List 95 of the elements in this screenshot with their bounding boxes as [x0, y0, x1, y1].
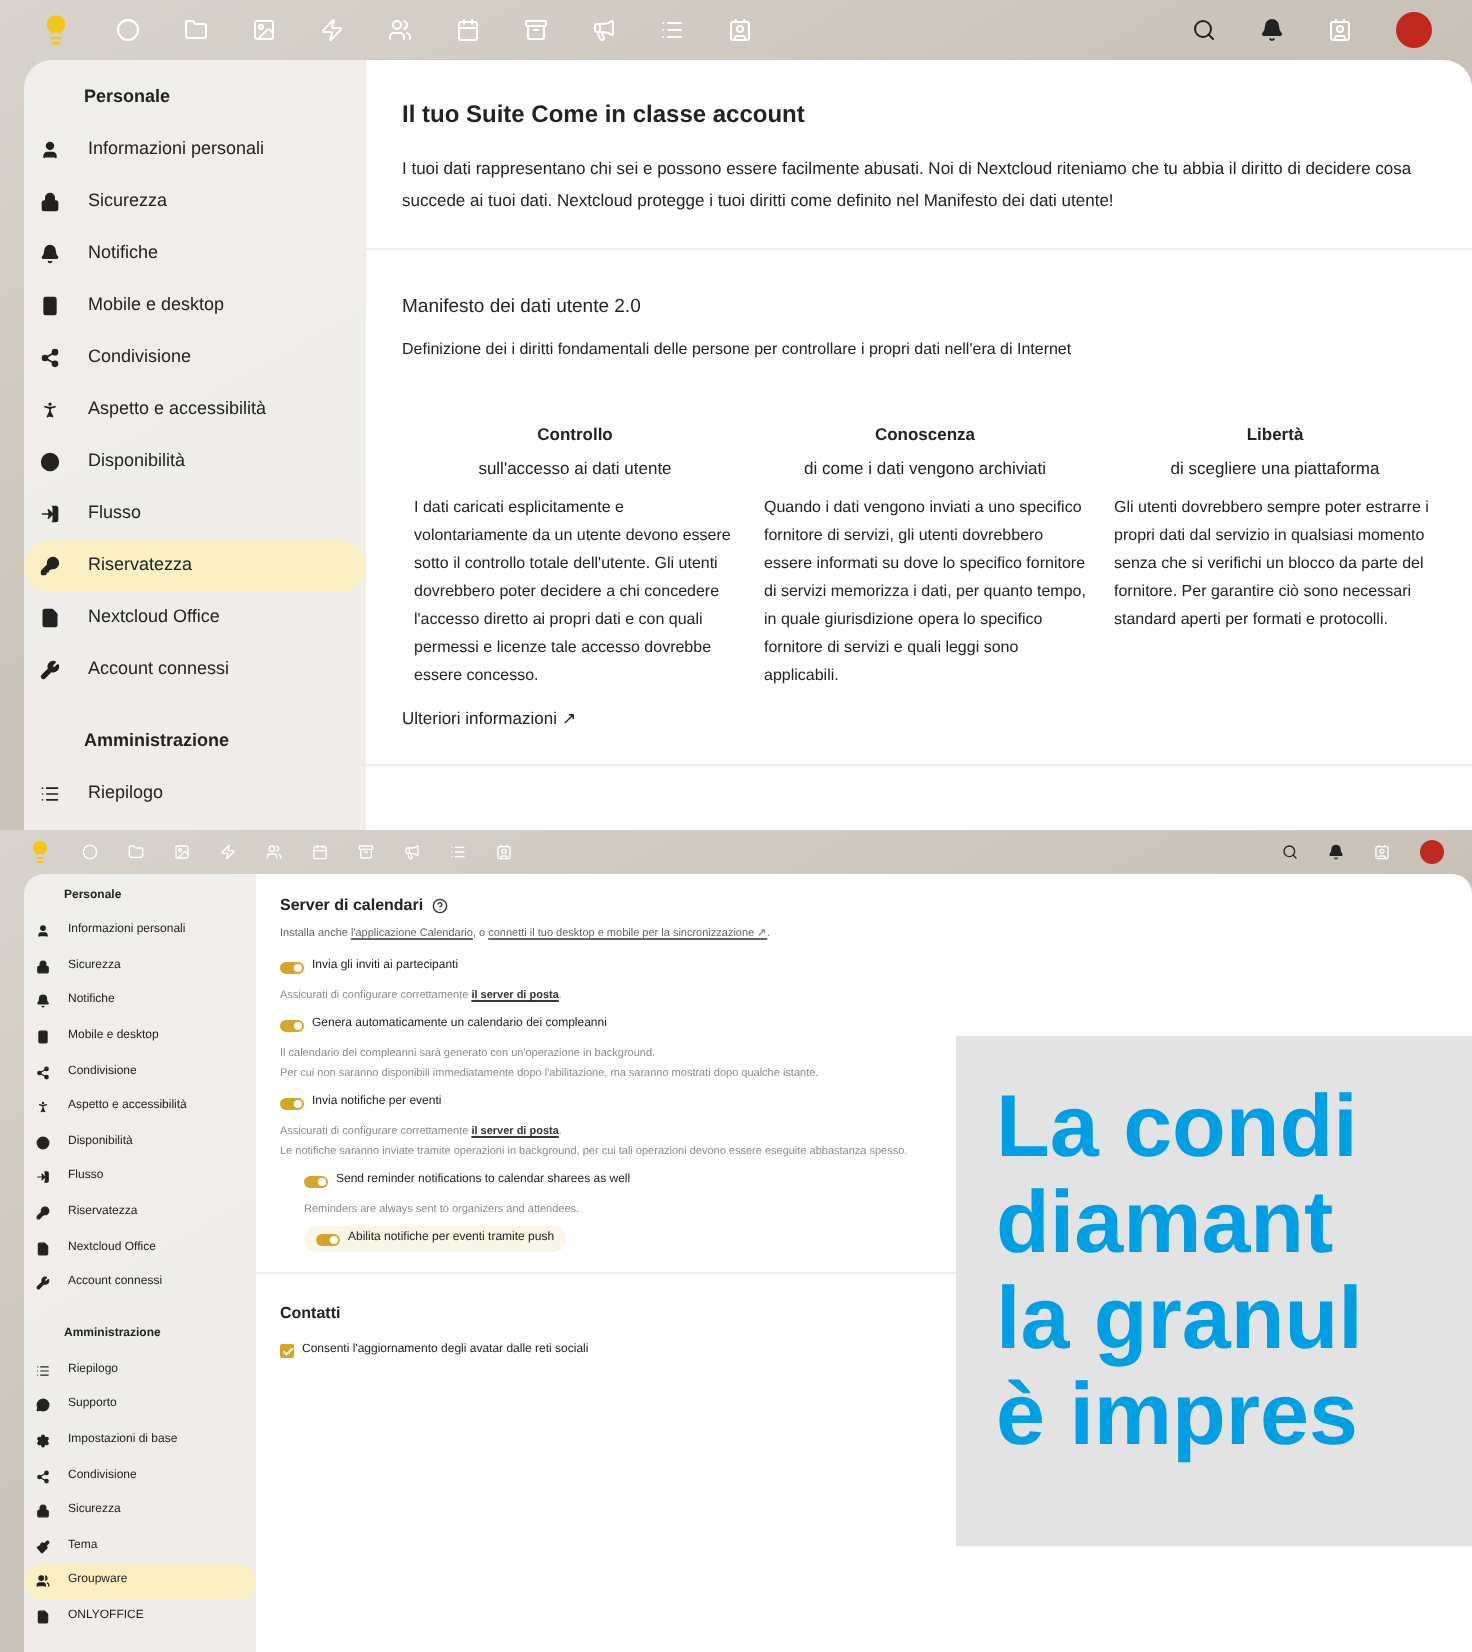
pull-quote: La condi diamant la granul è impres: [996, 1080, 1365, 1464]
column-heading: Libertà: [1244, 422, 1306, 448]
sidebar-item[interactable]: Aspetto e accessibilità: [24, 384, 366, 436]
list-icon: [40, 784, 60, 804]
list-icon[interactable]: [450, 844, 466, 860]
column-heading: Conoscenza: [872, 422, 978, 448]
sidebar-item[interactable]: Notifiche: [24, 228, 366, 280]
section-subtitle: Definizione dei i diritti fondamentali delle persone per controllare i propri dati nell'era di Internet: [402, 338, 1074, 363]
folder-icon[interactable]: [128, 844, 144, 860]
column-text: Gli utenti dovrebbero sempre poter estrarre i propri dati dal servizio in qualsiasi momento senza che si verifichi un blocco da parte del fornitore. Per garantire ciò sono necessari standard aperti per formati e protocolli.: [1114, 495, 1431, 632]
page-title: Il tuo Suite Come in classe account: [402, 98, 807, 132]
wrench-icon: [40, 660, 60, 680]
avatar[interactable]: [1420, 840, 1444, 864]
sidebar-item[interactable]: Sicurezza: [24, 176, 366, 228]
image-icon[interactable]: [252, 18, 276, 42]
document-icon: [36, 1609, 50, 1624]
sidebar-heading: Personale: [82, 84, 173, 111]
bell-icon[interactable]: [1260, 18, 1284, 42]
contact-card-icon[interactable]: [496, 844, 512, 860]
arrow-into-door-icon: [40, 504, 60, 524]
more-info-link[interactable]: Ulteriori informazioni ↗: [402, 705, 578, 731]
sidebar-item[interactable]: Mobile e desktop: [24, 280, 366, 332]
sidebar-item[interactable]: Nextcloud Office: [24, 592, 366, 644]
calendar-icon[interactable]: [312, 844, 328, 860]
sidebar-item[interactable]: Informazioni personali: [24, 124, 366, 176]
contact-card-icon[interactable]: [1374, 844, 1390, 860]
folder-icon[interactable]: [184, 18, 208, 42]
image-icon[interactable]: [174, 844, 190, 860]
search-icon[interactable]: [1282, 844, 1298, 860]
lightning-icon[interactable]: [320, 18, 344, 42]
phone-icon: [40, 296, 60, 316]
toggle-switch[interactable]: [316, 1233, 340, 1246]
section-title: Manifesto dei dati utente 2.0: [402, 294, 643, 322]
people-icon[interactable]: [388, 18, 412, 42]
bell-icon: [40, 244, 60, 264]
share-icon: [36, 1469, 50, 1484]
person-icon: [36, 924, 50, 939]
sidebar-heading: Amministrazione: [82, 728, 232, 755]
toggle-switch[interactable]: [304, 1175, 328, 1188]
circle-icon[interactable]: [116, 18, 140, 42]
search-icon[interactable]: [1192, 18, 1216, 42]
share-icon: [40, 348, 60, 368]
phone-icon: [36, 1030, 50, 1045]
lock-icon: [36, 1504, 50, 1519]
column-subheading: sull'accesso ai dati utente: [476, 456, 674, 482]
circle-icon[interactable]: [82, 844, 98, 860]
section-title: Contatti: [280, 1302, 343, 1327]
people-icon[interactable]: [266, 844, 282, 860]
arrow-into-door-icon: [36, 1170, 50, 1185]
column-text: Quando i dati vengono inviati a uno specifico fornitore di servizi, gli utenti dovrebbero essere informati su dove lo specifico fornitore di servizi memorizza i dati, per quanto tempo, in quale giurisdizione opera lo specifico fornitore di servizi e quali leggi sono applicabili.: [764, 495, 1086, 688]
key-icon: [40, 556, 60, 576]
intro-text: I tuoi dati rappresentano chi sei e possono essere facilmente abusati. Noi di Nextcloud riteniamo che tu abbia il diritto di decidere cosa succede ai tuoi dati. Nextcloud protegge i tuoi diritti come definito nel Manifesto dei dati utente!: [402, 156, 1414, 214]
brush-icon: [36, 1539, 50, 1554]
section-title: Server di calendari: [280, 894, 424, 918]
sidebar-item[interactable]: Flusso: [24, 488, 366, 540]
lightning-icon[interactable]: [220, 844, 236, 860]
sidebar-item[interactable]: Riservatezza: [24, 540, 366, 592]
key-icon: [36, 1206, 50, 1221]
archive-icon[interactable]: [524, 18, 548, 42]
bell-icon[interactable]: [1328, 844, 1344, 860]
document-icon: [36, 1241, 50, 1256]
column-subheading: di scegliere una piattaforma: [1168, 456, 1382, 482]
person-figure-icon: [36, 1100, 50, 1115]
document-icon: [40, 608, 60, 628]
megaphone-icon[interactable]: [404, 844, 420, 860]
archive-icon[interactable]: [358, 844, 374, 860]
contact-card-icon[interactable]: [1328, 18, 1352, 42]
person-figure-icon: [40, 400, 60, 420]
lock-icon: [36, 959, 50, 974]
settings-icon: [36, 1434, 50, 1449]
checkbox[interactable]: [280, 1344, 294, 1359]
lightbulb-logo-icon[interactable]: [28, 840, 52, 864]
toggle-switch[interactable]: [280, 961, 304, 974]
calendar-icon[interactable]: [456, 18, 480, 42]
column-text: I dati caricati esplicitamente e volontariamente da un utente devono essere sotto il controllo totale dell'utente. Gli utenti dovrebbero poter decidere a chi concedere l'accesso diretto ai propri dati e con quali permessi e licenze tale accesso dovrebbe essere concesso.: [414, 495, 733, 688]
sidebar-item[interactable]: Account connessi: [24, 644, 366, 696]
person-icon: [40, 140, 60, 160]
sidebar-item[interactable]: Condivisione: [24, 332, 366, 384]
lock-icon: [40, 192, 60, 212]
toggle-switch[interactable]: [280, 1019, 304, 1032]
column-subheading: di come i dati vengono archiviati: [802, 456, 1048, 482]
column-heading: Controllo: [535, 422, 615, 448]
people-icon: [36, 1574, 50, 1589]
avatar[interactable]: [1396, 12, 1432, 48]
bell-icon: [36, 994, 50, 1009]
help-icon[interactable]: [431, 898, 448, 914]
share-icon: [36, 1065, 50, 1080]
sidebar-item[interactable]: Riepilogo: [24, 768, 366, 820]
speech-bubble-icon: [36, 1398, 50, 1413]
list-icon: [36, 1363, 50, 1378]
wrench-icon: [36, 1276, 50, 1291]
contact-card-icon[interactable]: [728, 18, 752, 42]
sidebar-item[interactable]: Disponibilità: [24, 436, 366, 488]
toggle-switch[interactable]: [280, 1097, 304, 1110]
megaphone-icon[interactable]: [592, 18, 616, 42]
